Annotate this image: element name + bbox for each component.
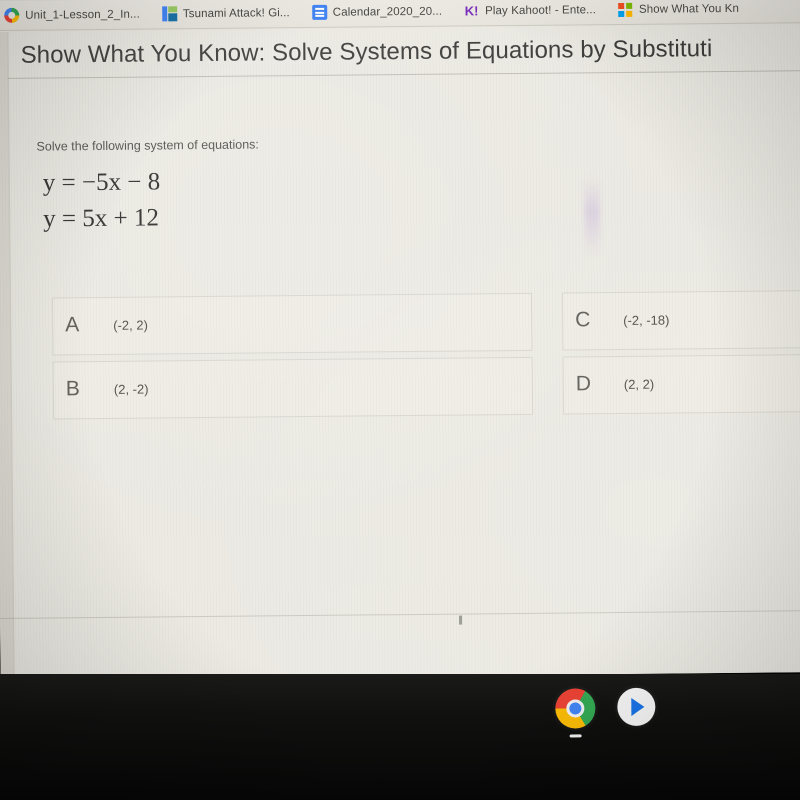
bookmark-play-kahoot[interactable]: K! Play Kahoot! - Ente... [464,2,596,18]
chrome-icon [555,688,596,729]
chromeos-shelf [0,674,800,800]
google-play-icon [617,687,656,727]
question-prompt: Solve the following system of equations: [36,137,259,154]
browser-window: ········ ··· Unit_1-Lesson_2_In... Tsuna… [0,0,800,680]
microsoft-icon [618,2,633,17]
choice-letter: D [575,372,592,396]
bookmark-calendar-2020[interactable]: Calendar_2020_20... [311,4,443,20]
answer-choice-c[interactable]: C (-2, -18) [575,288,670,353]
chromebook-screen-photo: ········ ··· Unit_1-Lesson_2_In... Tsuna… [0,0,800,800]
equation-line-1: y = −5x − 8 [42,168,161,197]
system-of-equations: y = −5x − 8 y = 5x + 12 [43,164,161,236]
answer-choice-b[interactable]: B (2, -2) [66,357,149,422]
answer-choice-d[interactable]: D (2, 2) [576,352,655,417]
title-divider [7,70,800,79]
choice-letter: C [575,308,591,332]
choice-value: (2, -2) [113,381,149,397]
bookmark-label: Unit_1-Lesson_2_In... [25,8,140,22]
google-docs-icon [311,4,327,20]
google-slides-icon [161,6,177,22]
choice-value: (-2, -18) [623,312,670,328]
shelf-item-play-store[interactable] [617,687,657,728]
choice-letter: A [65,313,80,337]
answer-choices: A (-2, 2) C (-2, -18) B (2, -2) D (2, 2) [10,286,800,444]
choice-value: (2, 2) [623,376,655,392]
kahoot-icon: K! [464,3,479,19]
bookmark-tsunami-attack[interactable]: Tsunami Attack! Gi... [161,5,290,22]
choice-letter: B [65,377,80,401]
shelf-item-chrome[interactable] [555,688,596,738]
text-cursor-artifact [459,615,463,625]
bookmark-show-what-you-know[interactable]: Show What You Kn [618,1,739,17]
page-content: Show What You Know: Solve Systems of Equ… [0,24,800,680]
content-bottom-divider [0,610,800,619]
bookmark-label: Play Kahoot! - Ente... [485,3,597,17]
choice-value: (-2, 2) [113,317,148,333]
bookmark-label: Tsunami Attack! Gi... [182,6,290,20]
shelf-icon-group [555,687,657,738]
equation-line-2: y = 5x + 12 [43,203,160,233]
page-title: Show What You Know: Solve Systems of Equ… [20,35,713,69]
answer-choice-a[interactable]: A (-2, 2) [65,293,148,358]
bookmark-label: Show What You Kn [638,2,740,16]
screen-glare-lavender [583,176,601,257]
bookmark-unit-1-lesson-2[interactable]: Unit_1-Lesson_2_In... [4,7,140,23]
google-classroom-icon [4,7,20,23]
shelf-active-indicator [569,734,582,738]
bookmark-label: Calendar_2020_20... [332,5,443,19]
